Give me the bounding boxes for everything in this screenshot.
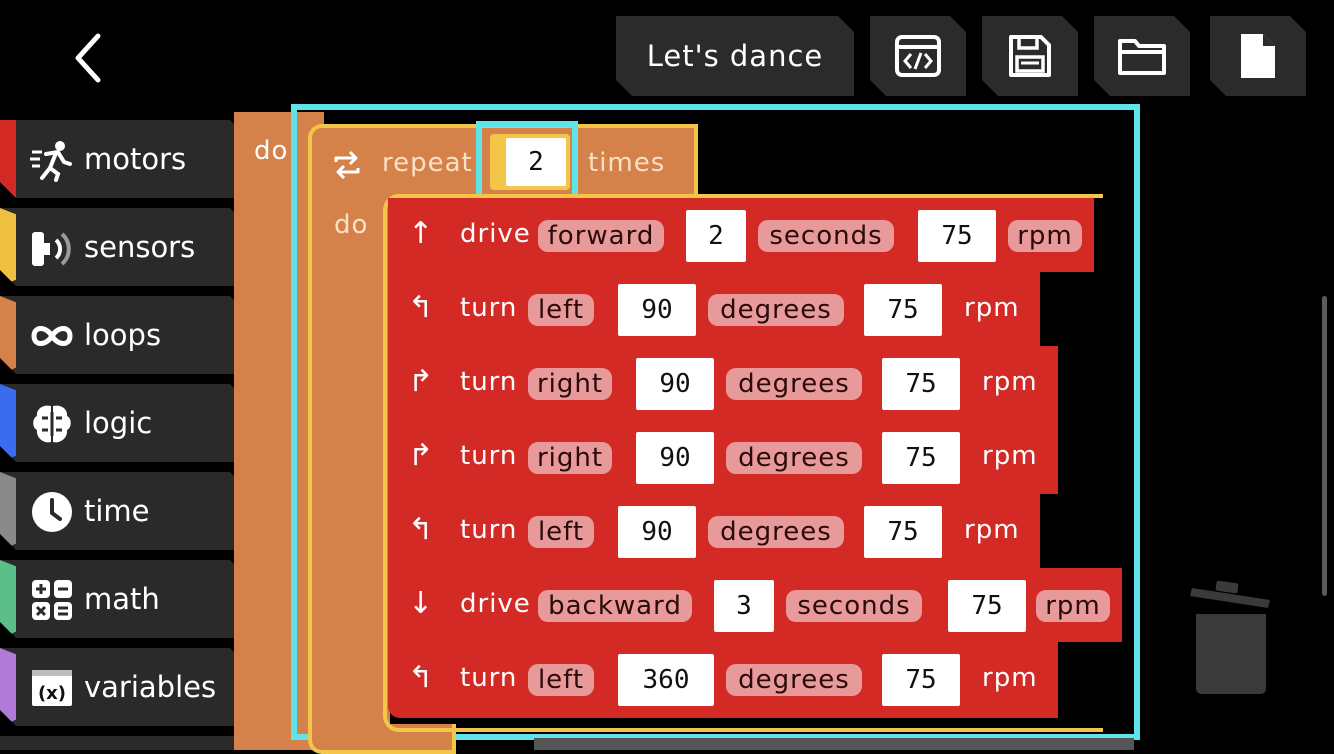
- category-logic[interactable]: logic: [0, 384, 234, 462]
- category-label: logic: [84, 406, 153, 440]
- new-file-button[interactable]: [1210, 16, 1306, 96]
- turn-left-block[interactable]: ↰ turn left 90 degrees 75 rpm: [388, 494, 1040, 568]
- category-sensors[interactable]: sensors: [0, 208, 234, 286]
- command-verb: drive: [460, 589, 531, 619]
- speed-unit-label: rpm: [982, 663, 1038, 693]
- brain-icon: [30, 402, 74, 446]
- repeat-count-input[interactable]: 2: [506, 138, 566, 186]
- direction-dropdown[interactable]: left: [528, 294, 594, 326]
- down-arrow-icon: ↓: [408, 586, 435, 621]
- trash-can-icon[interactable]: [1186, 580, 1276, 696]
- angle-input[interactable]: 360: [618, 654, 714, 706]
- category-motors[interactable]: motors: [0, 120, 234, 198]
- unit-dropdown[interactable]: seconds: [758, 220, 894, 252]
- open-folder-button[interactable]: [1094, 16, 1190, 96]
- direction-dropdown[interactable]: right: [528, 368, 612, 400]
- vertical-scrollbar[interactable]: [1322, 296, 1327, 596]
- category-math[interactable]: math: [0, 560, 234, 638]
- unit-dropdown[interactable]: degrees: [708, 294, 844, 326]
- speed-unit-dropdown[interactable]: rpm: [1036, 590, 1110, 622]
- drive-backward-block[interactable]: ↓ drive backward 3 seconds 75 rpm: [388, 568, 1122, 642]
- new-file-icon: [1239, 32, 1277, 80]
- math-operators-icon: [30, 578, 74, 622]
- category-label: time: [84, 494, 150, 528]
- speed-input[interactable]: 75: [882, 654, 960, 706]
- duration-input[interactable]: 2: [686, 210, 746, 262]
- turn-right-block[interactable]: ↱ turn right 90 degrees 75 rpm: [388, 346, 1058, 420]
- repeat-label: repeat: [382, 148, 473, 178]
- category-loops[interactable]: loops: [0, 296, 234, 374]
- command-verb: turn: [460, 367, 518, 397]
- times-label: times: [588, 148, 666, 178]
- angle-input[interactable]: 90: [636, 432, 714, 484]
- turn-right-arrow-icon: ↱: [408, 438, 435, 473]
- unit-dropdown[interactable]: degrees: [726, 368, 862, 400]
- direction-dropdown[interactable]: right: [528, 442, 612, 474]
- turn-left-block[interactable]: ↰ turn left 90 degrees 75 rpm: [388, 272, 1040, 346]
- running-person-icon: [30, 138, 74, 182]
- duration-input[interactable]: 3: [714, 580, 774, 632]
- unit-dropdown[interactable]: seconds: [786, 590, 922, 622]
- back-button[interactable]: [60, 28, 120, 88]
- save-button[interactable]: [982, 16, 1078, 96]
- category-label: loops: [84, 318, 162, 352]
- speed-input[interactable]: 75: [864, 284, 942, 336]
- command-verb: turn: [460, 441, 518, 471]
- folder-icon: [1117, 35, 1167, 77]
- angle-input[interactable]: 90: [636, 358, 714, 410]
- turn-right-arrow-icon: ↱: [408, 364, 435, 399]
- speed-unit-label: rpm: [964, 293, 1020, 323]
- category-time[interactable]: time: [0, 472, 234, 550]
- speed-input[interactable]: 75: [918, 210, 996, 262]
- unit-dropdown[interactable]: degrees: [726, 664, 862, 696]
- command-verb: drive: [460, 219, 531, 249]
- up-arrow-icon: ↑: [408, 216, 435, 251]
- direction-dropdown[interactable]: backward: [538, 590, 692, 622]
- command-verb: turn: [460, 515, 518, 545]
- unit-dropdown[interactable]: degrees: [726, 442, 862, 474]
- category-label: motors: [84, 142, 187, 176]
- turn-left-block[interactable]: ↰ turn left 360 degrees 75 rpm: [388, 642, 1058, 718]
- category-label: math: [84, 582, 160, 616]
- turn-left-arrow-icon: ↰: [408, 290, 435, 325]
- angle-input[interactable]: 90: [618, 506, 696, 558]
- repeat-arrows-icon: [334, 150, 360, 180]
- speed-input[interactable]: 75: [864, 506, 942, 558]
- do-label: do: [334, 210, 369, 240]
- turn-left-arrow-icon: ↰: [408, 512, 435, 547]
- speed-input[interactable]: 75: [948, 580, 1026, 632]
- turn-left-arrow-icon: ↰: [408, 660, 435, 695]
- chevron-left-icon: [75, 33, 101, 83]
- speed-input[interactable]: 75: [882, 358, 960, 410]
- sensor-icon: [30, 226, 74, 270]
- speed-unit-label: rpm: [982, 367, 1038, 397]
- project-name: Let's dance: [646, 39, 824, 73]
- direction-dropdown[interactable]: left: [528, 516, 594, 548]
- outer-do-label: do: [254, 136, 289, 166]
- category-variables[interactable]: (x) variables: [0, 648, 234, 726]
- speed-input[interactable]: 75: [882, 432, 960, 484]
- speed-unit-label: rpm: [964, 515, 1020, 545]
- code-view-button[interactable]: [870, 16, 966, 96]
- floppy-disk-icon: [1007, 33, 1053, 79]
- svg-text:(x): (x): [38, 683, 66, 704]
- command-verb: turn: [460, 293, 518, 323]
- angle-input[interactable]: 90: [618, 284, 696, 336]
- category-label: variables: [84, 670, 217, 704]
- speed-unit-label: rpm: [982, 441, 1038, 471]
- turn-right-block[interactable]: ↱ turn right 90 degrees 75 rpm: [388, 420, 1058, 494]
- infinity-icon: [30, 314, 74, 358]
- variable-x-icon: (x): [30, 666, 74, 710]
- category-label: sensors: [84, 230, 196, 264]
- speed-unit-dropdown[interactable]: rpm: [1008, 220, 1082, 252]
- code-window-icon: [894, 34, 942, 78]
- unit-dropdown[interactable]: degrees: [708, 516, 844, 548]
- project-name-button[interactable]: Let's dance: [616, 16, 854, 96]
- direction-dropdown[interactable]: left: [528, 664, 594, 696]
- drive-forward-block[interactable]: ↑ drive forward 2 seconds 75 rpm: [388, 198, 1094, 272]
- command-verb: turn: [460, 663, 518, 693]
- clock-icon: [30, 490, 74, 534]
- repeat-block-body: do: [308, 196, 390, 728]
- direction-dropdown[interactable]: forward: [538, 220, 664, 252]
